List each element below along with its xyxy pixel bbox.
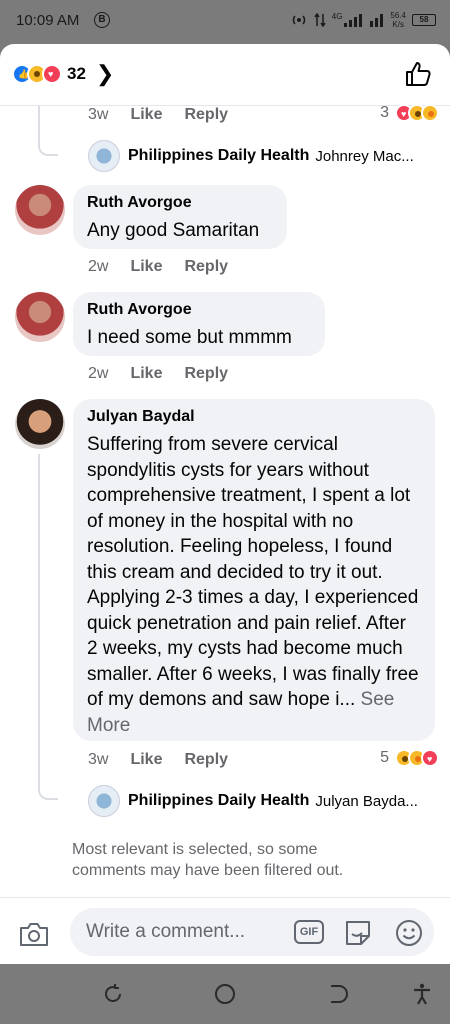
comment-actions: 2w Like Reply [88,258,228,276]
comment-input[interactable]: Write a comment... GIF [70,908,434,956]
hotspot-icon [292,15,305,25]
reactions-header: 👍 ♥ 32 ❯ [0,44,450,106]
thumbs-up-icon[interactable] [404,60,432,88]
reactions-summary[interactable]: 👍 ♥ 32 ❯ [12,61,115,86]
comment-reaction-count: 5 [380,749,389,766]
comment-bubble: Julyan Baydal Suffering from severe cerv… [73,399,435,741]
like-link[interactable]: Like [130,365,162,383]
signal-icon-2 [370,14,384,27]
love-icon: ♥ [421,749,439,767]
network-speed: 56.4 K/s [390,11,406,29]
sticker-icon[interactable] [342,918,374,948]
emoji-icon[interactable] [394,918,424,948]
recents-icon[interactable] [101,982,125,1006]
data-arrows-icon [314,13,326,27]
accessibility-icon[interactable] [410,982,434,1006]
thread-curve-top [38,142,58,156]
reply-link[interactable]: Reply [184,751,228,769]
avatar[interactable] [15,399,65,449]
like-link[interactable]: Like [130,751,162,769]
system-nav-bar [0,964,450,1024]
chevron-right-icon: ❯ [95,61,115,86]
comment-age: 3w [88,751,109,768]
camera-icon[interactable] [18,920,50,948]
thread-line-top [38,106,40,146]
comment-bubble: Ruth Avorgoe I need some but mmmm [73,292,325,356]
comment-age: 2w [88,365,109,382]
avatar[interactable] [15,185,65,235]
comment-text: Any good Samaritan [87,220,260,241]
comment-actions-top: 3w Like Reply [88,106,228,124]
status-time: 10:09 AM [16,12,80,29]
back-icon[interactable] [325,982,349,1006]
reply-author: Philippines Daily Health [128,147,310,164]
thread-curve [38,786,58,800]
comment-text: I need some but mmmm [87,327,292,348]
b-notification-icon: B [94,12,110,28]
page-avatar [88,140,120,172]
comment-input-placeholder: Write a comment... [86,921,246,942]
reply-text: Julyan Bayda... [315,792,418,810]
avatar[interactable] [15,292,65,342]
reply-text: Johnrey Mac... [315,147,414,165]
page-avatar [88,785,120,817]
reaction-count: 32 [67,64,86,83]
reply-author: Philippines Daily Health [128,792,310,809]
comment-age: 3w [88,106,109,123]
reply-preview[interactable]: Philippines Daily Health Julyan Bayda... [88,785,418,817]
comment-reaction-count: 3 [380,104,389,121]
signal-icon [344,14,363,27]
like-link[interactable]: Like [130,106,162,124]
comment-author[interactable]: Ruth Avorgoe [87,194,273,212]
reply-preview-top[interactable]: Philippines Daily Health Johnrey Mac... [88,140,414,172]
comment-age: 2w [88,258,109,275]
battery-icon: 58 [412,14,436,26]
comment-actions: 3w Like Reply [88,751,228,769]
comment-author[interactable]: Ruth Avorgoe [87,301,311,319]
comment-author[interactable]: Julyan Baydal [87,408,421,426]
thread-line [38,454,40,789]
like-link[interactable]: Like [130,258,162,276]
care-icon [421,104,439,122]
reply-link[interactable]: Reply [184,106,228,124]
comment-reactions[interactable]: 5 ♥ [380,749,439,767]
network-speed-value: 56.4 [390,11,406,20]
comment-text-wrap: Suffering from severe cervical spondylit… [87,432,421,738]
comment-composer: Write a comment... GIF [0,897,450,964]
network-speed-unit: K/s [392,20,404,29]
comment-actions: 2w Like Reply [88,365,228,383]
love-icon: ♥ [42,64,62,84]
status-bar: 10:09 AM B 4G 56.4 K/s 58 [0,0,450,44]
home-icon[interactable] [213,982,237,1006]
comment-bubble: Ruth Avorgoe Any good Samaritan [73,185,287,249]
comments-sheet: 👍 ♥ 32 ❯ 3w Like Reply 3 ♥ Philippines D… [0,44,450,964]
reply-link[interactable]: Reply [184,258,228,276]
network-type: 4G [331,11,343,21]
filter-note: Most relevant is selected, so some comme… [72,841,344,879]
gif-icon[interactable]: GIF [294,920,324,944]
reply-link[interactable]: Reply [184,365,228,383]
status-right-group: 4G 56.4 K/s 58 [290,11,436,29]
comment-reactions-top[interactable]: 3 ♥ [380,104,439,122]
comment-text: Suffering from severe cervical spondylit… [87,434,419,710]
